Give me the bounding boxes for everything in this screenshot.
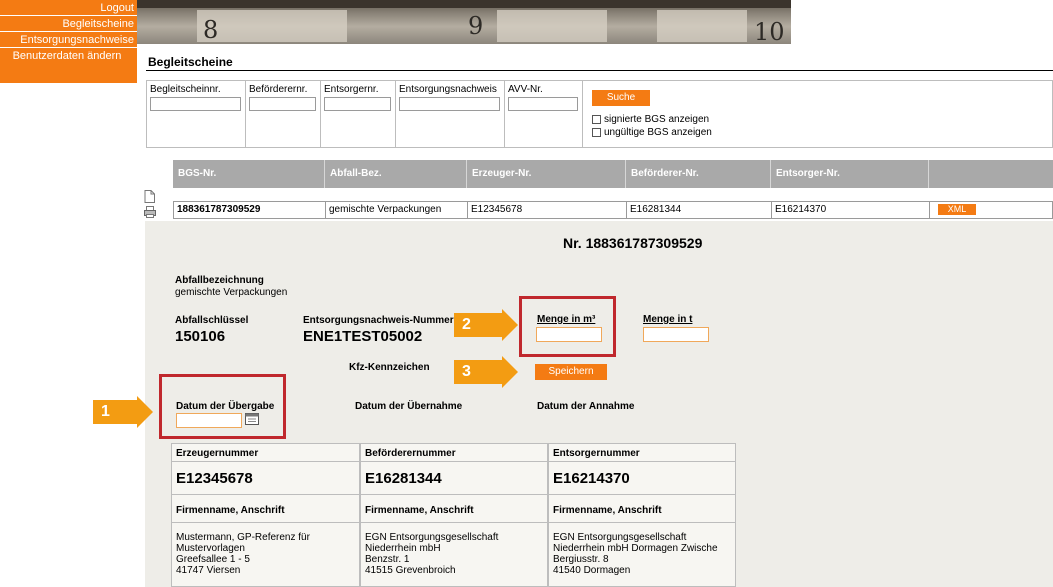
callout-box-2 [519,296,616,357]
column-header-erzeuger[interactable]: Erzeuger-Nr. [467,160,626,188]
address-line: Niederrhein mbH Dormagen Zwische [553,543,718,554]
nav-benutzerdaten[interactable]: Benutzerdaten ändern [0,48,137,84]
search-label: Entsorgungsnachweis [399,84,497,95]
search-field-entsorgernr: Entsorgernr. [321,81,396,147]
search-field-entsorgungsnachweis: Entsorgungsnachweis [396,81,505,147]
cell-abfall-bez: gemischte Verpackungen [326,202,468,218]
address-line: Mustermann, GP-Referenz für [176,532,310,543]
nachweis-value: ENE1TEST05002 [303,328,423,345]
document-icon[interactable] [144,190,156,203]
banner-number-8: 8 [203,16,219,44]
address-line: 41540 Dormagen [553,565,631,576]
cell-entsorger-nr: E16214370 [772,202,930,218]
cell-befoerderer-nr: E16281344 [627,202,772,218]
banner-number-10: 10 [754,18,785,44]
erzeuger-number: E12345678 [176,470,253,487]
cell-erzeuger-nr: E12345678 [468,202,627,218]
title-divider [146,70,1053,71]
signed-bgs-checkbox[interactable] [592,115,601,124]
search-button[interactable]: Suche [592,90,650,106]
abfallschluessel-value: 150106 [175,328,226,345]
befoerderer-header: Beförderernummer [365,448,456,459]
entsorger-firm-label: Firmenname, Anschrift [553,505,662,516]
page-title: Begleitscheine [148,55,233,69]
befoerderer-box: Beförderernummer E16281344 Firmenname, A… [360,443,548,587]
datum-uebernahme-label: Datum der Übernahme [355,401,463,412]
menge-t-input[interactable] [643,327,709,342]
signed-bgs-label: signierte BGS anzeigen [604,114,710,125]
search-form: Begleitscheinnr. Beförderernr. Entsorger… [146,80,1053,148]
header-banner-image: 8 9 10 [137,0,791,44]
results-table-header: BGS-Nr. Abfall-Bez. Erzeuger-Nr. Beförde… [173,160,1053,188]
abfallschluessel-label: Abfallschlüssel [175,315,249,326]
table-row[interactable]: 188361787309529 gemischte Verpackungen E… [173,201,1053,219]
search-field-begleitscheinnr: Begleitscheinnr. [147,81,246,147]
search-label: Beförderernr. [249,84,308,95]
callout-box-1 [159,374,286,439]
print-icon[interactable] [144,206,156,218]
address-line: Mustervorlagen [176,543,245,554]
befoerderer-firm-label: Firmenname, Anschrift [365,505,474,516]
invalid-bgs-label: ungültige BGS anzeigen [604,127,712,138]
column-header-befoerderer[interactable]: Beförderer-Nr. [626,160,771,188]
menge-t-label: Menge in t [643,314,693,325]
entsorgungsnachweis-input[interactable] [399,97,500,111]
column-header-entsorger[interactable]: Entsorger-Nr. [771,160,929,188]
avv-input[interactable] [508,97,578,111]
befoerderer-number: E16281344 [365,470,442,487]
begleitscheinnr-input[interactable] [150,97,241,111]
callout-arrow-2: 2 [454,309,518,341]
address-line: EGN Entsorgungsgesellschaft [365,532,499,543]
entsorger-number: E16214370 [553,470,630,487]
address-line: 41515 Grevenbroich [365,565,456,576]
search-label: AVV-Nr. [508,84,543,95]
nav-begleitscheine[interactable]: Begleitscheine [0,16,137,32]
xml-button[interactable]: XML [938,204,976,215]
erzeuger-header: Erzeugernummer [176,448,259,459]
datum-annahme-label: Datum der Annahme [537,401,635,412]
address-line: 41747 Viersen [176,565,241,576]
entsorger-header: Entsorgernummer [553,448,640,459]
column-header-actions [929,160,1053,188]
column-header-bgs[interactable]: BGS-Nr. [173,160,325,188]
nav-logout[interactable]: Logout [0,0,137,16]
nav-entsorgungsnachweise[interactable]: Entsorgungsnachweise [0,32,137,48]
entsorgernr-input[interactable] [324,97,391,111]
erzeuger-firm-label: Firmenname, Anschrift [176,505,285,516]
save-button[interactable]: Speichern [535,364,607,380]
column-header-abfall[interactable]: Abfall-Bez. [325,160,467,188]
nachweis-label: Entsorgungsnachweis-Nummer [303,315,454,326]
detail-title: Nr. 188361787309529 [563,235,703,251]
address-line: Greefsallee 1 - 5 [176,554,250,565]
callout-arrow-1: 1 [93,396,153,428]
address-line: Bergiusstr. 8 [553,554,609,565]
befoerderernr-input[interactable] [249,97,316,111]
search-field-avv: AVV-Nr. [505,81,583,147]
banner-number-9: 9 [468,12,484,40]
address-line: EGN Entsorgungsgesellschaft [553,532,687,543]
search-label: Entsorgernr. [324,84,379,95]
cell-actions: XML [930,202,1052,218]
abfallbezeichnung-value: gemischte Verpackungen [175,287,288,298]
search-label: Begleitscheinnr. [150,84,221,95]
abfallbezeichnung-label: Abfallbezeichnung [175,275,264,286]
erzeuger-box: Erzeugernummer E12345678 Firmenname, Ans… [171,443,360,587]
address-line: Benzstr. 1 [365,554,410,565]
search-field-befoerderernr: Beförderernr. [246,81,321,147]
cell-bgs-nr: 188361787309529 [174,202,326,218]
callout-arrow-3: 3 [454,356,518,388]
kfz-label: Kfz-Kennzeichen [349,362,430,373]
entsorger-box: Entsorgernummer E16214370 Firmenname, An… [548,443,736,587]
invalid-bgs-checkbox[interactable] [592,128,601,137]
address-line: Niederrhein mbH [365,543,441,554]
